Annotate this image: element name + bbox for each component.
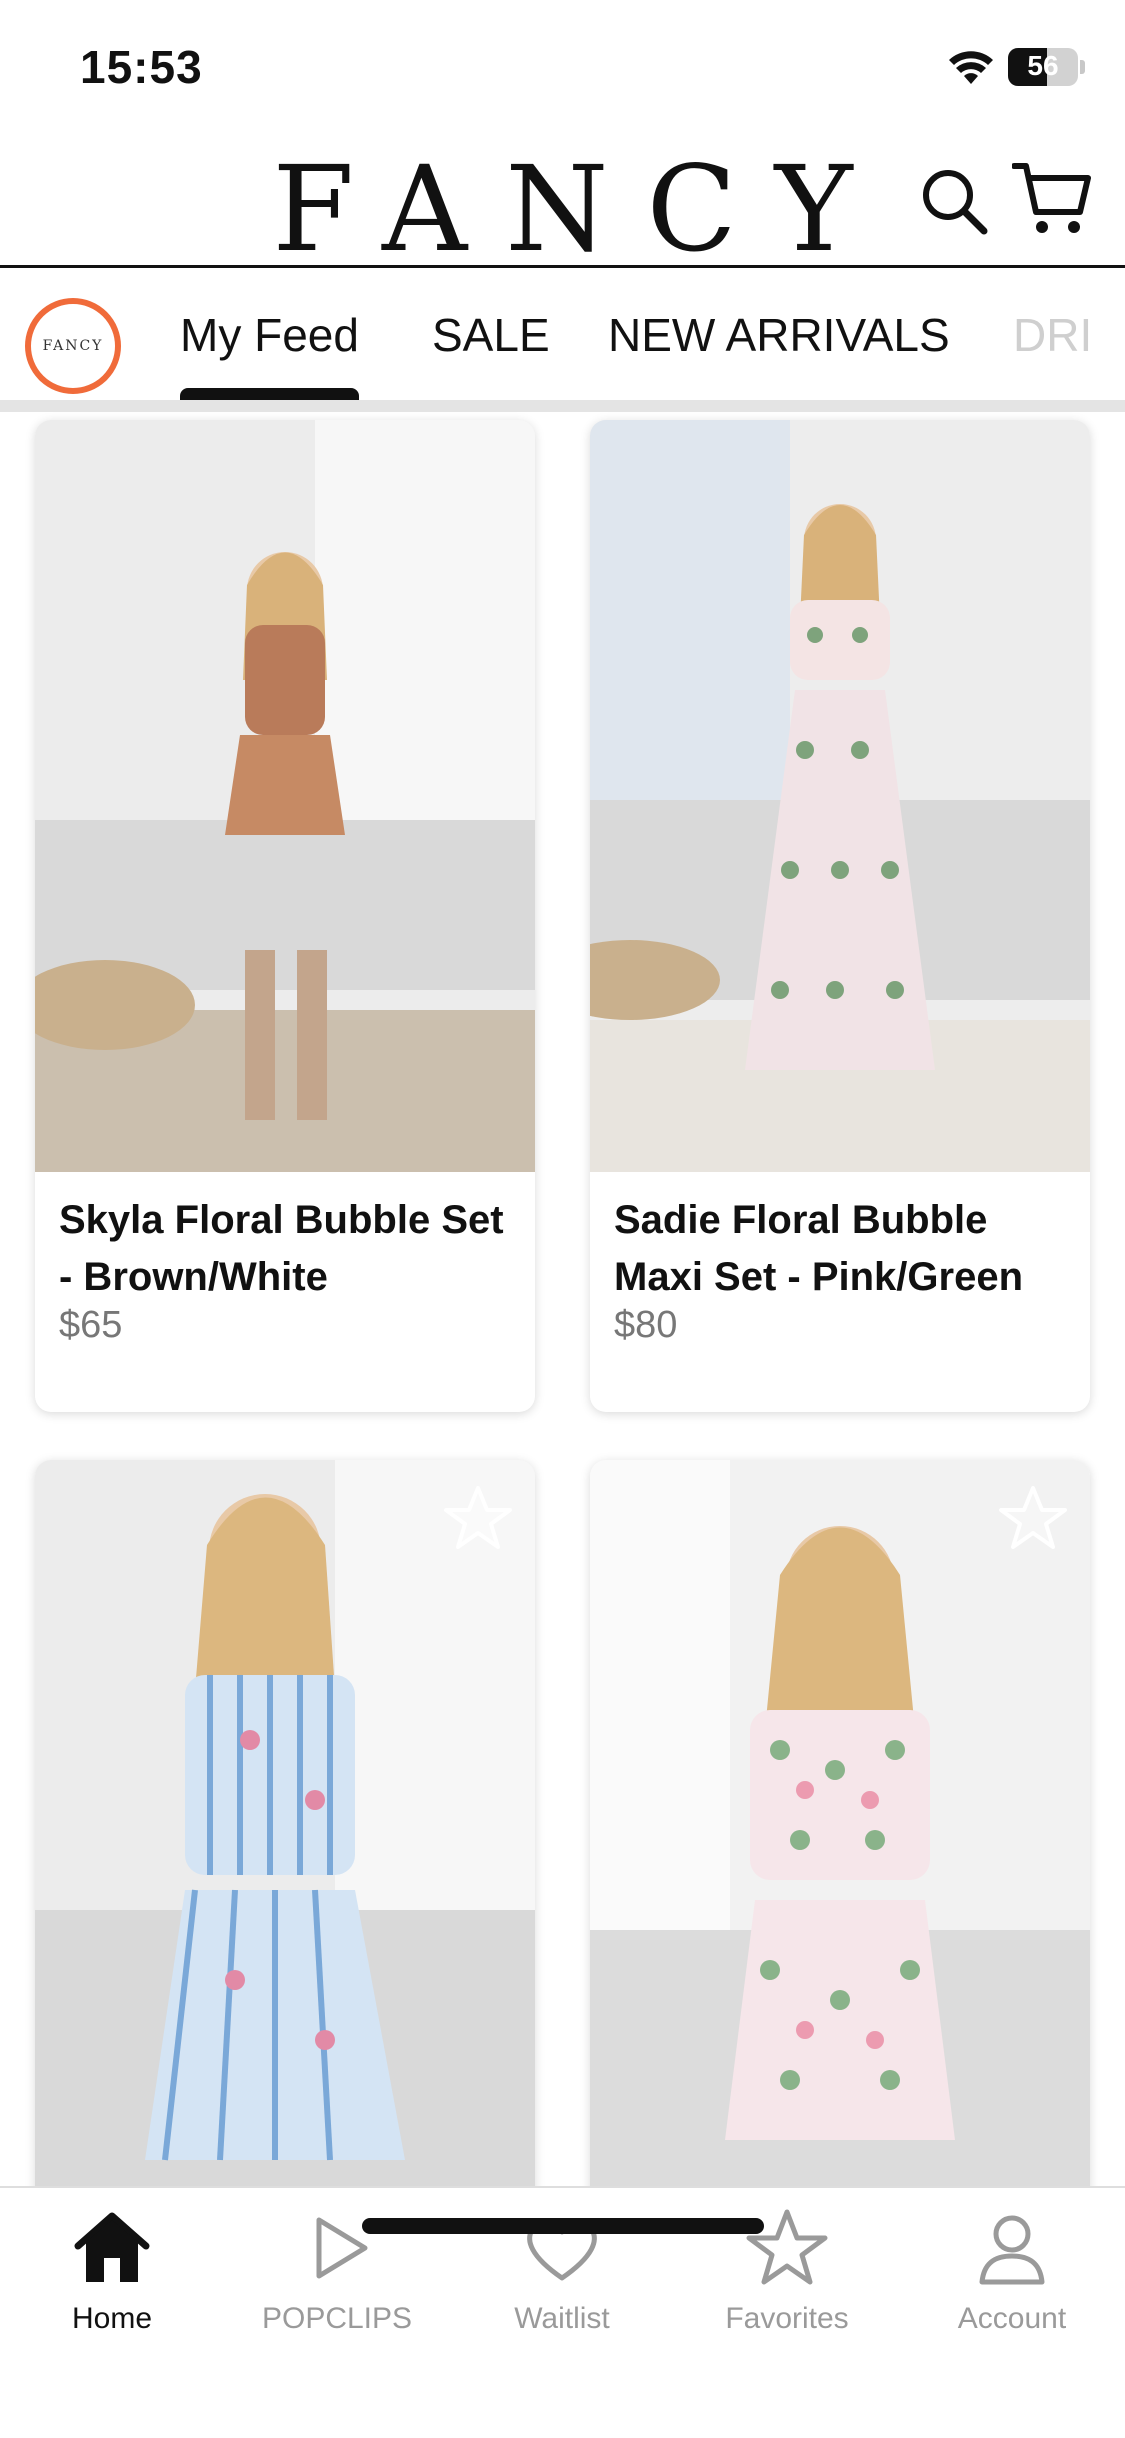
cart-icon[interactable]	[1012, 160, 1092, 238]
product-card[interactable]: Skyla Floral Bubble Set - Brown/White $6…	[35, 420, 535, 1412]
favorite-star-icon[interactable]	[443, 1484, 513, 1554]
tab-label: Waitlist	[514, 2302, 610, 2335]
battery-indicator: 56	[1008, 48, 1078, 86]
person-icon	[979, 2215, 1045, 2285]
tabs-divider	[0, 400, 1125, 412]
status-time: 15:53	[80, 41, 203, 93]
product-image[interactable]	[35, 420, 535, 1172]
tab-home[interactable]: Home	[22, 2206, 202, 2336]
status-bar: 15:53 56	[0, 0, 1125, 135]
product-name[interactable]: Sadie Floral Bubble Maxi Set - Pink/Gree…	[614, 1192, 1074, 1306]
tab-dresses[interactable]: DRI	[1013, 308, 1092, 362]
tab-account[interactable]: Account	[922, 2206, 1102, 2336]
home-icon	[74, 2212, 150, 2282]
home-indicator[interactable]	[362, 2218, 764, 2234]
product-name[interactable]: Skyla Floral Bubble Set - Brown/White	[59, 1192, 519, 1306]
product-card[interactable]	[35, 1460, 535, 2260]
tab-sale[interactable]: SALE	[432, 308, 550, 362]
tab-my-feed[interactable]: My Feed	[180, 308, 359, 400]
product-image[interactable]	[590, 420, 1090, 1172]
tab-label: Favorites	[725, 2302, 849, 2335]
search-icon[interactable]	[918, 165, 990, 237]
tab-label: Home	[71, 2302, 153, 2335]
product-price: $80	[614, 1304, 678, 1346]
category-tabs: FANCY My Feed SALE NEW ARRIVALS DRI	[0, 268, 1125, 400]
battery-tip	[1080, 60, 1085, 74]
product-price: $65	[59, 1304, 123, 1346]
tab-label: Account	[957, 2302, 1067, 2335]
product-card[interactable]: Sadie Floral Bubble Maxi Set - Pink/Gree…	[590, 420, 1090, 1412]
brand-avatar[interactable]: FANCY	[25, 298, 121, 394]
product-card[interactable]	[590, 1460, 1090, 2260]
product-image[interactable]	[590, 1460, 1090, 2260]
wifi-icon	[949, 51, 993, 84]
battery-level: 56	[1027, 50, 1059, 81]
favorite-star-icon[interactable]	[998, 1484, 1068, 1554]
tab-new-arrivals[interactable]: NEW ARRIVALS	[608, 308, 950, 362]
tab-label: POPCLIPS	[261, 2302, 413, 2335]
product-image[interactable]	[35, 1460, 535, 2260]
app-header: FANCY	[0, 135, 1125, 278]
